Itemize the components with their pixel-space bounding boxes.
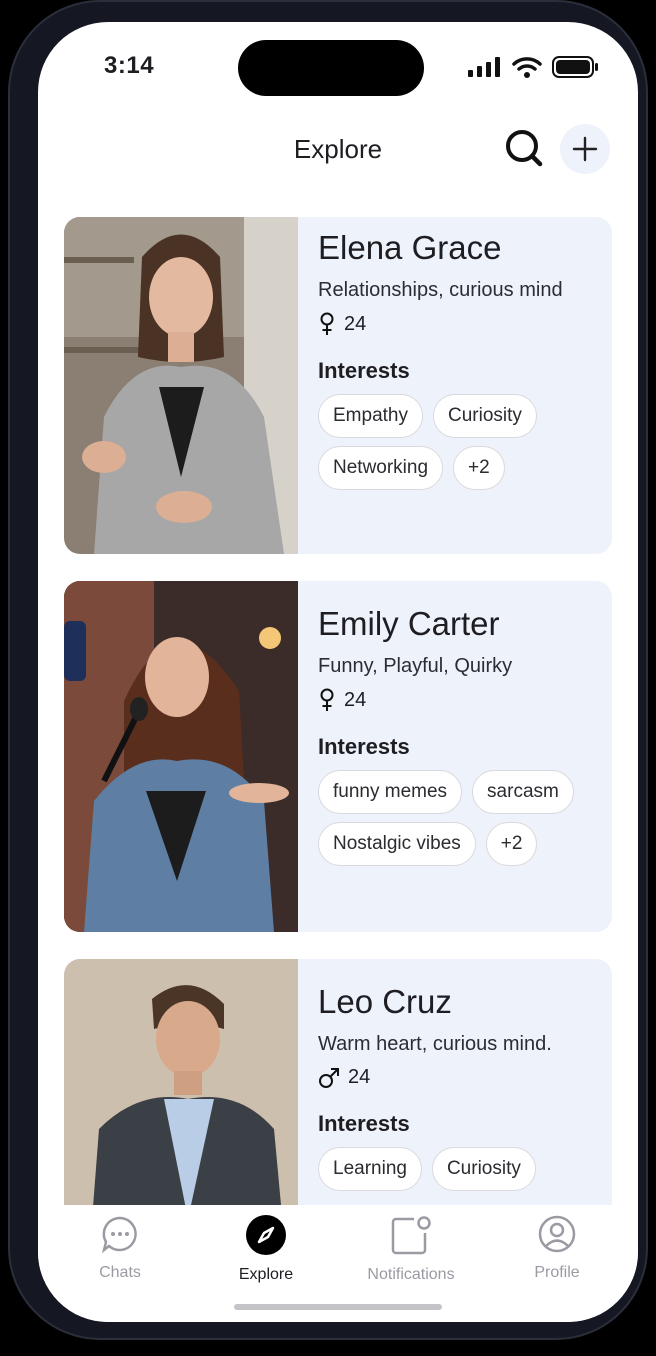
- interest-chips: Learning Curiosity: [318, 1147, 608, 1191]
- tab-profile[interactable]: Profile: [497, 1215, 617, 1282]
- profile-card[interactable]: Emily Carter Funny, Playful, Quirky 24 I…: [64, 581, 612, 932]
- interest-chips: Empathy Curiosity Networking +2: [318, 394, 608, 490]
- profile-age: 24: [344, 312, 367, 335]
- phone-frame: 3:14 Explore Elena Grace Relationships, …: [8, 0, 648, 1340]
- screen: 3:14 Explore Elena Grace Relationships, …: [38, 22, 638, 1322]
- interests-heading: Interests: [318, 1111, 410, 1136]
- tab-chats[interactable]: Chats: [60, 1215, 180, 1282]
- interest-chip[interactable]: Empathy: [318, 394, 423, 438]
- profile-name: Emily Carter: [318, 605, 500, 642]
- profile-tagline: Warm heart, curious mind.: [318, 1033, 552, 1055]
- search-icon: [506, 130, 543, 167]
- add-button[interactable]: [560, 124, 610, 174]
- home-indicator[interactable]: [234, 1304, 442, 1310]
- profile-photo-elena: [64, 217, 298, 554]
- interests-heading: Interests: [318, 734, 410, 759]
- age-row: 24: [318, 312, 612, 336]
- profile-name: Leo Cruz: [318, 983, 452, 1020]
- interest-chip[interactable]: Curiosity: [431, 1147, 536, 1191]
- female-icon: [320, 312, 334, 335]
- profile-photo-emily: [64, 581, 298, 932]
- interests-heading: Interests: [318, 358, 410, 383]
- age-row: 24: [318, 1066, 612, 1089]
- interest-chips: funny memes sarcasm Nostalgic vibes +2: [318, 770, 608, 866]
- tab-label: Explore: [238, 1266, 294, 1283]
- profile-card[interactable]: Elena Grace Relationships, curious mind …: [64, 217, 612, 554]
- age-row: 24: [318, 688, 612, 712]
- signal-icon: [468, 57, 500, 77]
- card-details: Emily Carter Funny, Playful, Quirky 24 I…: [318, 581, 612, 866]
- page-title: Explore: [293, 134, 383, 164]
- interest-chip[interactable]: Curiosity: [432, 394, 537, 438]
- battery-icon: [552, 56, 598, 78]
- status-time: 3:14: [104, 52, 155, 79]
- wifi-icon: [512, 57, 542, 78]
- interest-chip[interactable]: funny memes: [318, 770, 463, 814]
- notification-icon: [391, 1216, 431, 1255]
- more-interests-chip[interactable]: +2: [453, 446, 505, 490]
- interest-chip[interactable]: sarcasm: [472, 770, 574, 814]
- tab-explore[interactable]: Explore: [206, 1215, 326, 1284]
- status-icons: [468, 56, 598, 78]
- card-details: Elena Grace Relationships, curious mind …: [318, 217, 612, 490]
- tab-notifications[interactable]: Notifications: [351, 1215, 471, 1284]
- tab-label: Profile: [534, 1264, 580, 1281]
- female-icon: [320, 688, 334, 711]
- interest-chip[interactable]: Learning: [318, 1147, 422, 1191]
- interest-chip[interactable]: Nostalgic vibes: [318, 822, 476, 866]
- profile-age: 24: [348, 1066, 371, 1088]
- chat-bubble-icon: [101, 1216, 137, 1254]
- profile-name: Elena Grace: [318, 229, 502, 266]
- profile-age: 24: [344, 688, 367, 711]
- search-button[interactable]: [502, 126, 546, 170]
- plus-icon: [572, 136, 598, 162]
- tab-label: Chats: [99, 1264, 141, 1281]
- tab-label: Notifications: [367, 1266, 455, 1283]
- compass-icon: [246, 1215, 286, 1255]
- male-icon: [319, 1067, 339, 1088]
- profile-tagline: Relationships, curious mind: [318, 279, 563, 301]
- dynamic-island: [238, 40, 424, 96]
- more-interests-chip[interactable]: +2: [485, 822, 538, 866]
- profile-tagline: Funny, Playful, Quirky: [318, 655, 513, 677]
- interest-chip[interactable]: Networking: [318, 446, 444, 490]
- profile-icon: [538, 1215, 576, 1253]
- card-details: Leo Cruz Warm heart, curious mind. 24 In…: [318, 959, 612, 1191]
